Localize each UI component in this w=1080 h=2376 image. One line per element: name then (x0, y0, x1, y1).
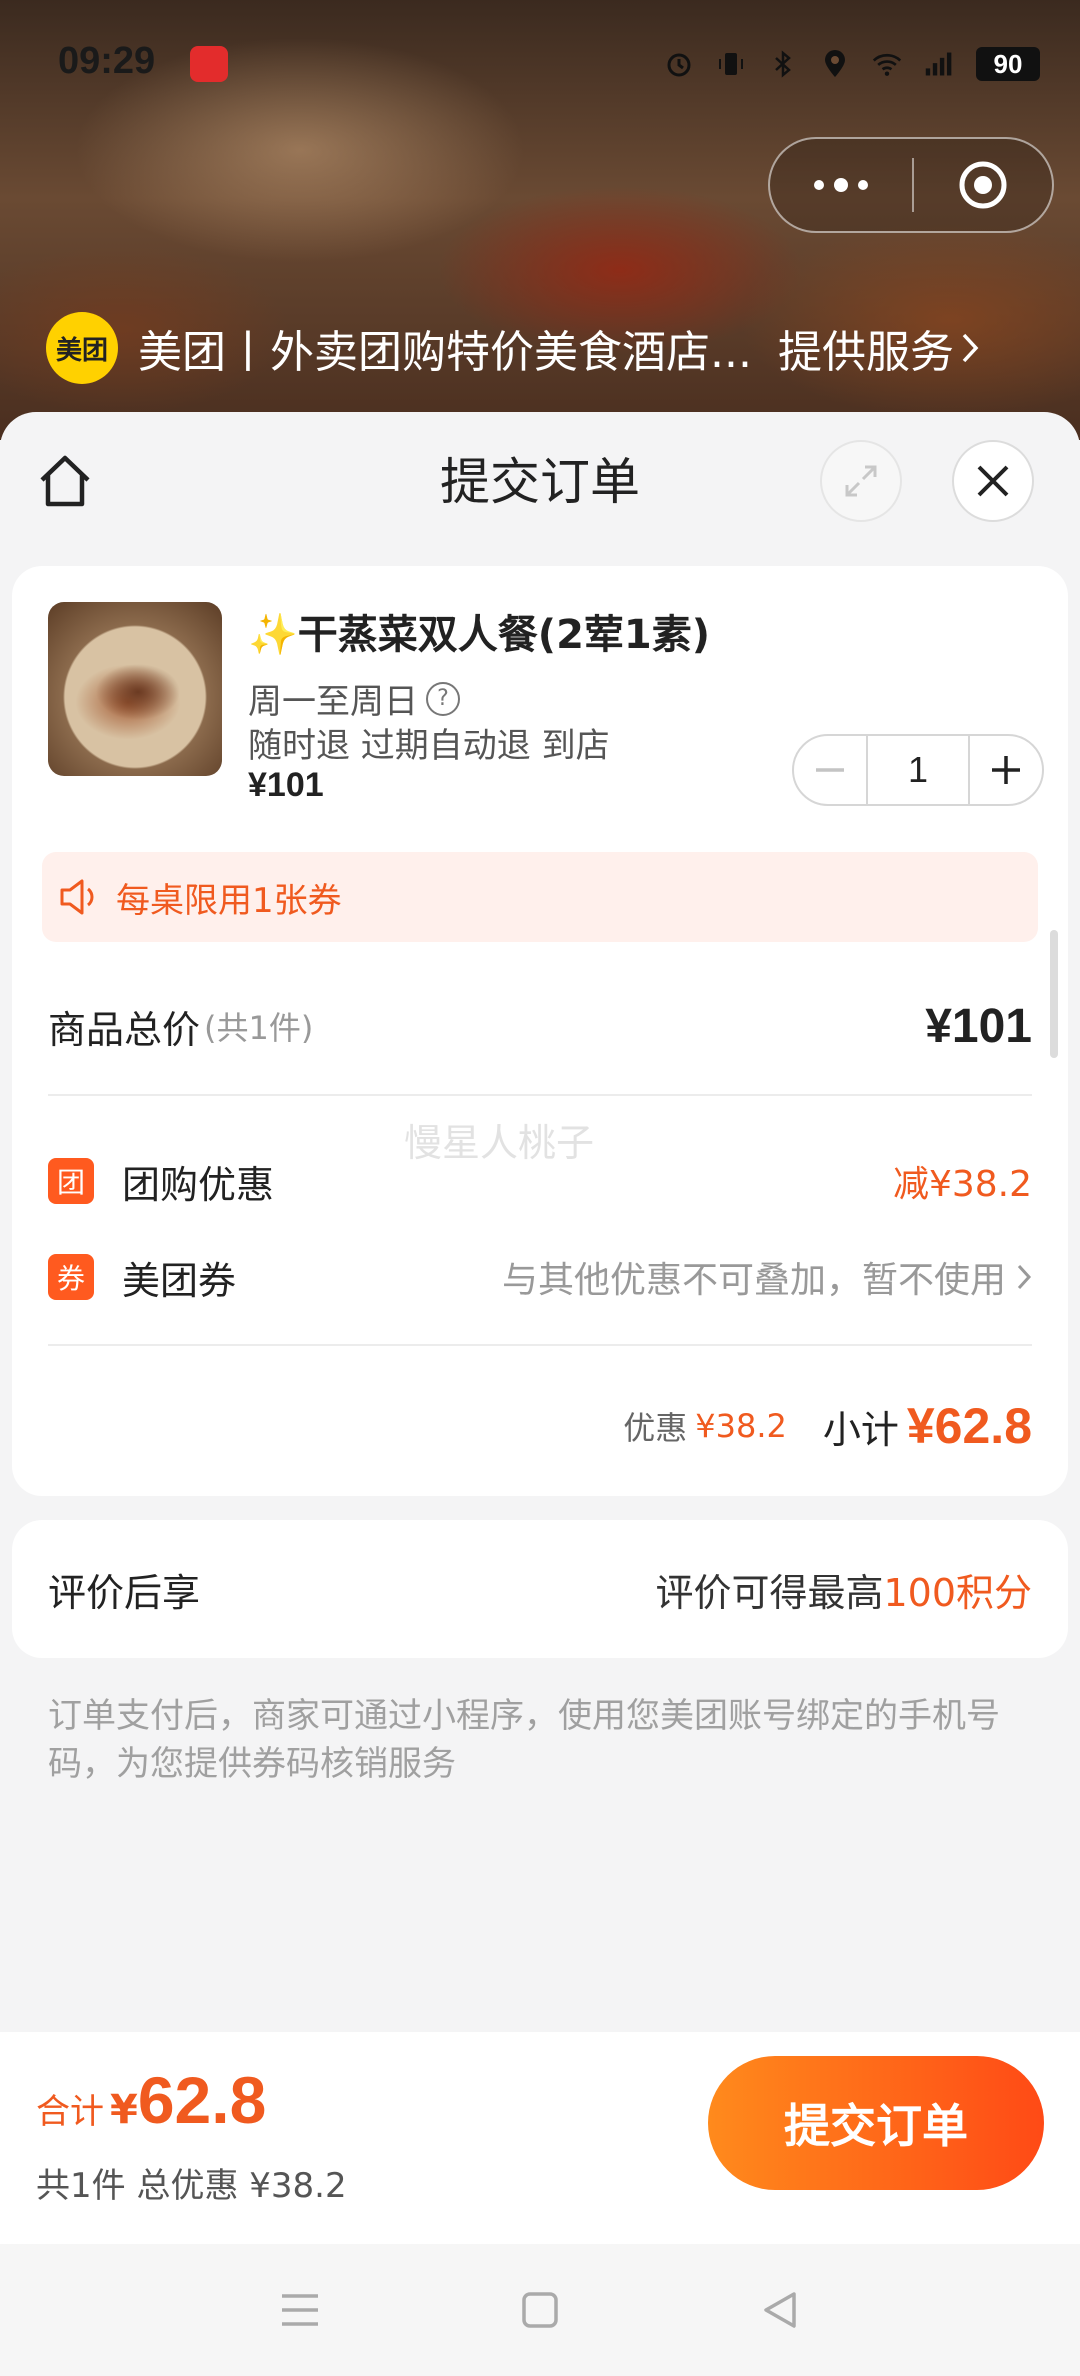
target-close-icon[interactable] (914, 139, 1052, 231)
help-icon[interactable]: ? (426, 681, 460, 716)
battery-indicator: 90 (976, 47, 1040, 81)
divider (48, 1344, 1032, 1346)
page-title: 提交订单 (440, 453, 640, 511)
quantity-stepper: 1 (792, 734, 1044, 806)
total-label: 商品总价 (48, 1007, 201, 1052)
vibrate-icon (716, 48, 746, 80)
total-count: (共1件) (204, 1009, 314, 1047)
grand-total-currency: ¥ (110, 2087, 138, 2133)
service-label: 提供服务 (778, 327, 954, 378)
review-text-wrap: 评价可得最高100积分 (655, 1562, 1032, 1617)
product-name: ✨干蒸菜双人餐(2荤1素) (248, 612, 711, 658)
product-total-row: 商品总价 (共1件) ¥101 (48, 986, 1032, 1066)
mini-program-capsule (768, 137, 1054, 233)
more-dots-icon[interactable] (770, 139, 912, 231)
subtotal-label: 小计 (822, 1407, 899, 1452)
grand-total-label: 合计 (36, 2092, 104, 2132)
notice-text: 每桌限用1张券 (116, 880, 342, 921)
footnote: 订单支付后，商家可通过小程序，使用您美团账号绑定的手机号码，为您提供券码核销服务 (48, 1696, 1000, 1784)
review-label: 评价后享 (48, 1570, 201, 1615)
close-icon[interactable] (952, 440, 1034, 522)
group-discount-label: 团购优惠 (122, 1162, 275, 1207)
location-icon (820, 48, 850, 80)
mini-program-bar: 美团 美团丨外卖团购特价美食酒店... 提供服务 (46, 310, 1046, 386)
quantity-value[interactable]: 1 (866, 736, 970, 804)
sheet-header: 提交订单 (0, 412, 1080, 566)
product-image (48, 602, 222, 776)
subtotal-row: 优惠 ¥38.2 小计 ¥62.8 (48, 1386, 1032, 1466)
coupon-label: 美团券 (122, 1258, 237, 1303)
grand-total-summary: 共1件 总优惠 ¥38.2 (36, 2166, 347, 2206)
coupon-note-wrap: 与其他优惠不可叠加，暂不使用 (502, 1251, 1032, 1303)
home-square-icon[interactable] (510, 2280, 570, 2340)
coupon-limit-notice: 每桌限用1张券 (42, 852, 1038, 942)
watermark: 慢星人桃子 (404, 1121, 595, 1165)
service-link[interactable]: 提供服务 (778, 316, 980, 380)
review-text: 评价可得最高 (655, 1570, 884, 1615)
review-card: 评价后享 评价可得最高100积分 (12, 1520, 1068, 1658)
menu-icon[interactable] (270, 2280, 330, 2340)
order-card: ✨干蒸菜双人餐(2荤1素) 周一至周日 ? 随时退 过期自动退 到店 ¥101 … (12, 566, 1068, 1496)
system-nav-bar (0, 2244, 1080, 2376)
meituan-logo: 美团 (46, 312, 118, 384)
group-discount-value: 减¥38.2 (892, 1164, 1032, 1205)
chevron-right-icon (962, 333, 979, 363)
minus-icon[interactable] (794, 736, 866, 804)
checkout-bar: 合计 ¥ 62.8 共1件 总优惠 ¥38.2 提交订单 (0, 2032, 1080, 2244)
mini-program-title[interactable]: 美团丨外卖团购特价美食酒店... (138, 316, 768, 380)
grand-total: 合计 ¥ 62.8 (36, 2062, 266, 2138)
coupon-row[interactable]: 券 美团券 与其他优惠不可叠加，暂不使用 (48, 1242, 1032, 1312)
signal-icon (924, 48, 954, 80)
product-validity: 周一至周日 (248, 682, 418, 722)
product-price: ¥101 (248, 766, 324, 804)
status-time: 09:29 (58, 40, 156, 82)
product-policy: 随时退 过期自动退 到店 (248, 726, 610, 766)
back-icon[interactable] (750, 2280, 810, 2340)
subtotal-value: ¥62.8 (906, 1398, 1032, 1454)
divider (48, 1094, 1032, 1096)
coupon-note: 与其他优惠不可叠加，暂不使用 (501, 1260, 1006, 1301)
grand-total-value: 62.8 (137, 2063, 267, 2137)
discount-label: 优惠 (623, 1409, 688, 1447)
status-bar: 09:29 90 (0, 0, 1080, 130)
review-points: 100积分 (883, 1570, 1032, 1615)
review-row: 评价后享 评价可得最高100积分 (48, 1520, 1032, 1658)
plus-icon[interactable] (970, 736, 1042, 804)
product-validity-row: 周一至周日 ? (248, 674, 460, 723)
status-icons: 90 (664, 44, 1040, 84)
speaker-icon (60, 879, 94, 915)
expand-icon[interactable] (820, 440, 902, 522)
total-value: ¥101 (925, 999, 1032, 1053)
bluetooth-icon (768, 48, 798, 80)
alarm-icon (664, 48, 694, 80)
scrollbar[interactable] (1050, 930, 1058, 1058)
notification-app-icon (190, 46, 228, 82)
wifi-icon (872, 48, 902, 80)
order-sheet: 提交订单 ✨干蒸菜双人餐(2荤1素) 周一至周日 ? 随时退 过期自动退 到店 … (0, 412, 1080, 2032)
chevron-right-icon (1017, 1264, 1032, 1290)
coupon-tag-icon: 券 (48, 1254, 94, 1300)
submit-order-button[interactable]: 提交订单 (708, 2056, 1044, 2190)
group-tag-icon: 团 (48, 1158, 94, 1204)
discount-value: ¥38.2 (695, 1407, 787, 1445)
